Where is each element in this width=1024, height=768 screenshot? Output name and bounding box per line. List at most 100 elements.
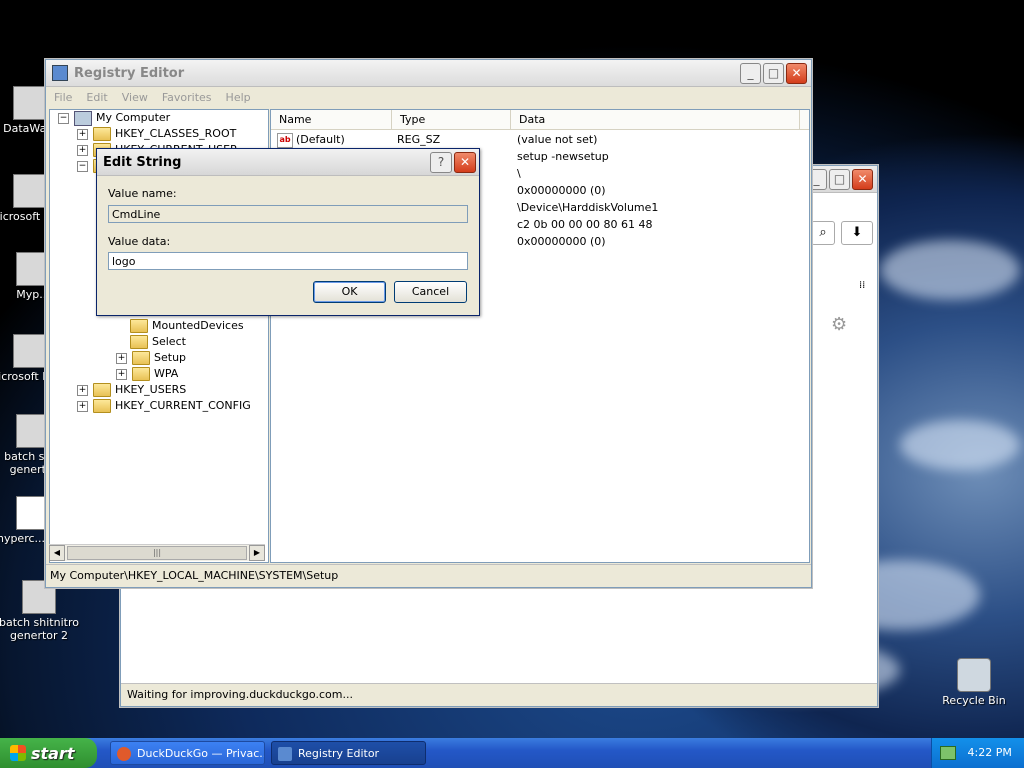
download-icon[interactable]: ⬇ — [841, 221, 873, 245]
tree-item-label: HKEY_CLASSES_ROOT — [115, 127, 237, 140]
regedit-titlebar: Registry Editor _ □ ✕ — [46, 60, 811, 87]
edit-string-dialog: Edit String ? ✕ Value name: CmdLine Valu… — [96, 148, 480, 316]
registry-editor-window: Registry Editor _ □ ✕ File Edit View Fav… — [45, 59, 812, 588]
tree-item-setup[interactable]: + Setup — [116, 350, 186, 366]
clock[interactable]: 4:22 PM — [968, 746, 1012, 759]
tree-item-hku[interactable]: + HKEY_USERS — [77, 382, 186, 398]
app-icon — [13, 174, 47, 208]
value-data: setup -newsetup — [517, 150, 609, 163]
tree-item-hkcc[interactable]: + HKEY_CURRENT_CONFIG — [77, 398, 251, 414]
minimize-button[interactable]: _ — [740, 62, 761, 84]
regedit-app-icon — [52, 65, 68, 81]
start-label: start — [31, 743, 75, 763]
column-data[interactable]: Data — [511, 110, 800, 129]
expand-icon[interactable]: + — [116, 368, 127, 380]
tree-item-label: Setup — [154, 351, 187, 364]
regedit-icon — [278, 747, 292, 761]
tree-item-select[interactable]: Select — [130, 334, 186, 350]
app-icon — [13, 334, 47, 368]
column-headers: Name Type Data — [271, 110, 809, 130]
expand-icon[interactable]: + — [77, 144, 88, 156]
menu-file[interactable]: File — [54, 91, 72, 104]
folder-icon — [130, 319, 148, 333]
taskbar-item-label: Registry Editor — [298, 747, 380, 760]
menu-help[interactable]: Help — [226, 91, 251, 104]
value-data: c2 0b 00 00 00 80 61 48 — [517, 218, 653, 231]
taskbar-item-browser[interactable]: DuckDuckGo — Privac... — [110, 741, 265, 765]
folder-icon — [130, 335, 148, 349]
regedit-title: Registry Editor — [74, 65, 185, 81]
taskbar-item-label: DuckDuckGo — Privac... — [137, 747, 265, 760]
tree-item-label: HKEY_USERS — [115, 383, 187, 396]
menu-view[interactable]: View — [122, 91, 148, 104]
grid-menu-icon[interactable]: ⁞⁞ — [859, 280, 865, 291]
computer-icon — [74, 110, 92, 126]
desktop-icon[interactable]: batch shitnitro genertor 2 — [0, 580, 84, 642]
list-row[interactable]: 0x00000000 (0) — [517, 182, 606, 199]
scroll-left-icon[interactable]: ◀ — [49, 545, 65, 561]
value-data: 0x00000000 (0) — [517, 184, 606, 197]
list-row[interactable]: \ — [517, 165, 521, 182]
maximize-button[interactable]: □ — [829, 168, 850, 190]
desktop-icon-label: Recycle Bin — [942, 694, 1006, 707]
column-name[interactable]: Name — [271, 110, 392, 129]
value-data: \ — [517, 167, 521, 180]
close-button[interactable]: ✕ — [786, 62, 807, 84]
value-data: \Device\HarddiskVolume1 — [517, 201, 659, 214]
string-value-icon: ab — [277, 132, 293, 148]
recycle-bin-glyph — [957, 658, 991, 692]
value-data-field[interactable]: logo — [108, 252, 468, 270]
close-button[interactable]: ✕ — [454, 151, 476, 173]
value-type: REG_SZ — [397, 133, 441, 146]
recycle-bin-icon[interactable]: Recycle Bin — [929, 658, 1019, 707]
ok-button[interactable]: OK — [313, 281, 386, 303]
browser-status: Waiting for improving.duckduckgo.com... — [121, 683, 877, 706]
maximize-button[interactable]: □ — [763, 62, 784, 84]
collapse-icon[interactable]: − — [77, 160, 88, 172]
tree-item-label: WPA — [154, 367, 179, 380]
search-icon[interactable]: ⌕ — [811, 221, 835, 245]
taskbar: start DuckDuckGo — Privac... Registry Ed… — [0, 738, 1024, 768]
desktop-icon-label: batch shitnitro genertor 2 — [0, 616, 79, 642]
menu-favorites[interactable]: Favorites — [162, 91, 212, 104]
list-row[interactable]: c2 0b 00 00 00 80 61 48 — [517, 216, 653, 233]
windows-logo-icon — [10, 745, 26, 761]
expand-icon[interactable]: + — [77, 384, 88, 396]
list-row[interactable]: setup -newsetup — [517, 148, 609, 165]
menubar: File Edit View Favorites Help — [46, 87, 811, 107]
list-row[interactable]: ab (Default) REG_SZ (value not set) — [277, 131, 807, 148]
value-data-label: Value data: — [108, 235, 171, 248]
list-row[interactable]: 0x00000000 (0) — [517, 233, 606, 250]
tree-item-wpa[interactable]: + WPA — [116, 366, 178, 382]
tree-hscrollbar[interactable]: ◀ ||| ▶ — [49, 544, 265, 561]
expand-icon[interactable]: + — [77, 128, 88, 140]
tree-item-label: My Computer — [96, 111, 171, 124]
column-type[interactable]: Type — [392, 110, 511, 129]
scroll-thumb[interactable]: ||| — [67, 546, 247, 560]
folder-open-icon — [132, 351, 150, 365]
tree-item-hkcr[interactable]: + HKEY_CLASSES_ROOT — [77, 126, 236, 142]
help-button[interactable]: ? — [430, 151, 452, 173]
tree-item-mounteddevices[interactable]: MountedDevices — [130, 318, 244, 334]
folder-icon — [93, 383, 111, 397]
value-data: (value not set) — [517, 133, 598, 146]
value-name-label: Value name: — [108, 187, 177, 200]
gear-icon[interactable]: ⚙ — [831, 314, 847, 335]
start-button[interactable]: start — [0, 738, 97, 768]
network-icon[interactable] — [940, 746, 956, 760]
browser-icon — [117, 747, 131, 761]
expand-icon[interactable]: + — [116, 352, 127, 364]
close-button[interactable]: ✕ — [852, 168, 873, 190]
expand-icon[interactable]: + — [77, 400, 88, 412]
taskbar-item-regedit[interactable]: Registry Editor — [271, 741, 426, 765]
folder-icon — [93, 399, 111, 413]
tree-item-my-computer[interactable]: − My Computer — [58, 110, 170, 126]
cancel-button[interactable]: Cancel — [394, 281, 467, 303]
tree-item-label: HKEY_CURRENT_CONFIG — [115, 399, 251, 412]
list-row[interactable]: \Device\HarddiskVolume1 — [517, 199, 658, 216]
collapse-icon[interactable]: − — [58, 112, 69, 124]
tree-item-label: Select — [152, 335, 186, 348]
menu-edit[interactable]: Edit — [86, 91, 107, 104]
folder-icon — [132, 367, 150, 381]
scroll-right-icon[interactable]: ▶ — [249, 545, 265, 561]
